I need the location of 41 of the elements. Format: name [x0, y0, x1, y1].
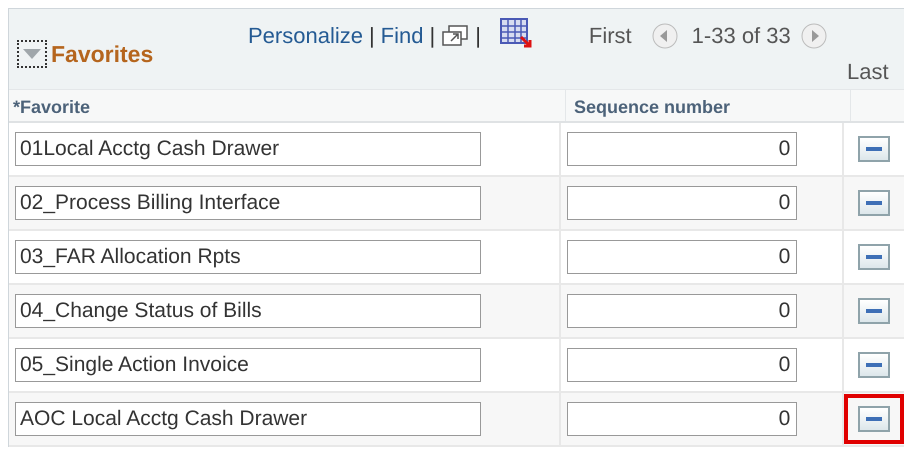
separator: |: [368, 22, 375, 50]
next-icon[interactable]: [800, 22, 827, 48]
page-range: 1-33 of 33: [692, 22, 791, 50]
column-header: Sequence number: [566, 90, 851, 121]
triangle-icon: [22, 48, 42, 60]
first-label: First: [588, 22, 632, 50]
sequence-field[interactable]: 0: [567, 348, 798, 382]
grid-download-icon[interactable]: [498, 16, 533, 48]
favorite-field[interactable]: 03_FAR Allocation Rpts: [15, 240, 481, 274]
delete-row-button[interactable]: [858, 298, 890, 324]
delete-row-button[interactable]: [858, 190, 890, 216]
sequence-field[interactable]: 0: [567, 294, 798, 328]
last-label: Last: [847, 58, 889, 86]
column-header: *Favorite: [9, 90, 566, 121]
delete-row-button[interactable]: [858, 406, 890, 432]
minus-icon: [866, 255, 882, 259]
minus-icon: [866, 201, 882, 205]
delete-row-button[interactable]: [858, 136, 890, 162]
separator: |: [475, 22, 481, 50]
favorite-field[interactable]: 01Local Acctg Cash Drawer: [15, 132, 481, 166]
collapse-toggle[interactable]: [17, 40, 47, 68]
favorite-field[interactable]: 04_Change Status of Bills: [15, 294, 481, 328]
sequence-field[interactable]: 0: [567, 240, 798, 274]
minus-icon: [866, 417, 882, 421]
previous-icon[interactable]: [652, 22, 678, 48]
favorite-field[interactable]: 02_Process Billing Interface: [15, 186, 481, 220]
grid-title: Favorites: [51, 40, 154, 69]
sequence-field[interactable]: 0: [567, 132, 798, 166]
favorite-field[interactable]: 05_Single Action Invoice: [15, 348, 481, 382]
minus-icon: [866, 147, 882, 151]
sequence-field[interactable]: 0: [567, 186, 798, 220]
delete-row-button[interactable]: [858, 244, 890, 270]
minus-icon: [866, 363, 882, 367]
new-window-icon[interactable]: [441, 24, 470, 48]
sequence-field[interactable]: 0: [567, 402, 798, 436]
find-link[interactable]: Find: [380, 19, 424, 52]
personalize-link[interactable]: Personalize: [248, 19, 363, 52]
separator: |: [429, 22, 436, 50]
delete-row-button[interactable]: [858, 352, 890, 378]
favorite-field[interactable]: AOC Local Acctg Cash Drawer: [15, 402, 481, 436]
minus-icon: [866, 309, 882, 313]
